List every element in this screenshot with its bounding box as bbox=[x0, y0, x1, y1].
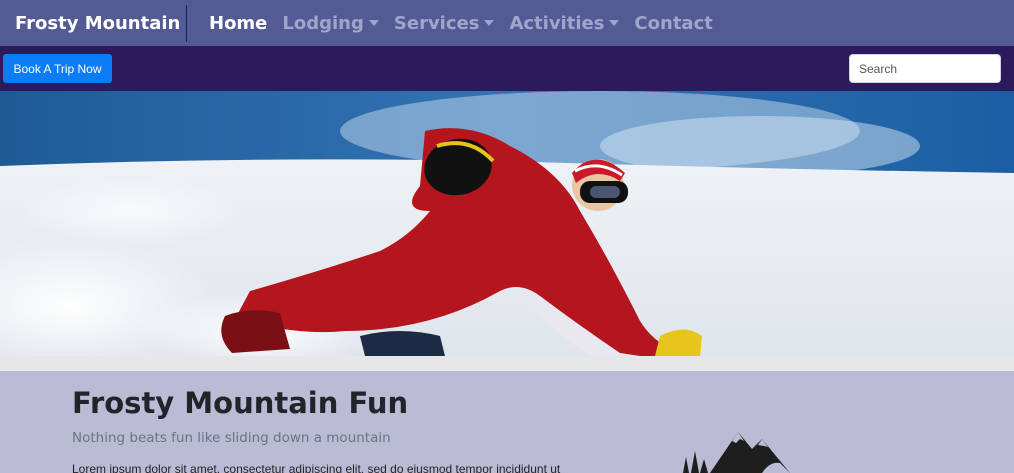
hero-divider bbox=[0, 356, 1014, 371]
chevron-down-icon bbox=[484, 20, 495, 26]
page-title: Frosty Mountain Fun bbox=[72, 386, 409, 420]
book-trip-button[interactable]: Book A Trip Now bbox=[3, 54, 112, 83]
nav-item-services-label: Services bbox=[393, 12, 480, 34]
chevron-down-icon bbox=[368, 20, 379, 26]
page-subtitle: Nothing beats fun like sliding down a mo… bbox=[72, 430, 391, 446]
nav-item-home-label: Home bbox=[209, 12, 268, 34]
nav-item-services[interactable]: Services bbox=[394, 13, 495, 34]
brand-logo[interactable]: Frosty Mountain bbox=[0, 4, 187, 42]
top-navbar: Frosty Mountain Home Lodging Services Ac… bbox=[0, 0, 1014, 46]
nav-item-lodging[interactable]: Lodging bbox=[282, 12, 379, 34]
intro-paragraph: Lorem ipsum dolor sit amet, consectetur … bbox=[72, 462, 561, 473]
chevron-down-icon bbox=[609, 20, 620, 26]
skier-photo bbox=[0, 91, 1014, 356]
nav-item-activities[interactable]: Activities bbox=[509, 12, 620, 34]
nav-item-contact-label: Contact bbox=[634, 12, 713, 34]
nav-item-activities-label: Activities bbox=[509, 12, 605, 34]
nav-item-lodging-label: Lodging bbox=[282, 12, 364, 34]
nav-item-contact[interactable]: Contact bbox=[634, 13, 712, 34]
main-nav: Home Lodging Services Activities Contact bbox=[187, 13, 728, 34]
mountain-logo-icon bbox=[683, 432, 790, 473]
intro-section: Frosty Mountain Fun Nothing beats fun li… bbox=[0, 371, 1014, 473]
nav-item-home[interactable]: Home bbox=[209, 13, 267, 34]
hero-image bbox=[0, 91, 1014, 356]
action-bar: Book A Trip Now bbox=[0, 46, 1014, 91]
search-input[interactable] bbox=[849, 54, 1001, 83]
